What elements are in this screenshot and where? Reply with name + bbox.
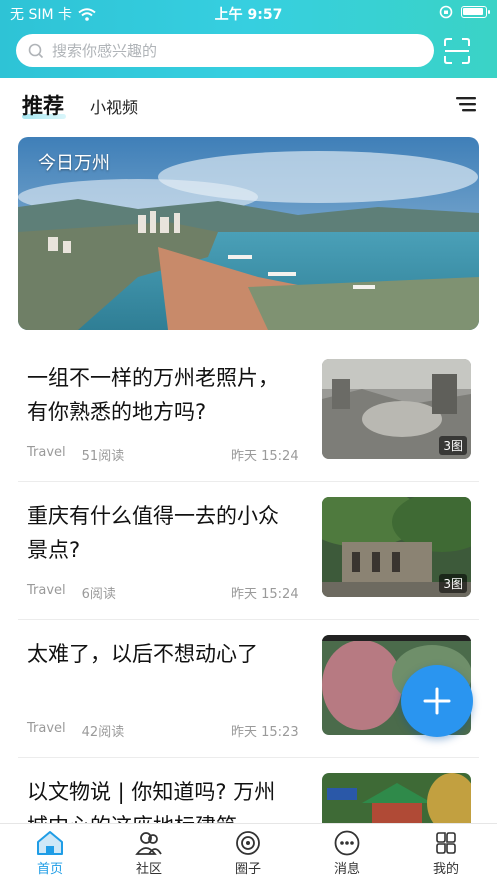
nav-label: 社区: [135, 862, 162, 877]
tab-short-video[interactable]: 小视频: [90, 94, 138, 118]
feed-time: 昨天 15:24: [231, 449, 299, 464]
profile-icon: [436, 832, 456, 854]
feed-item[interactable]: 一组不一样的万州老照片，有你熟悉的地方吗? Travel 51阅读 昨天 15:…: [0, 359, 497, 499]
rotation-lock-icon: [439, 5, 453, 19]
image-count-badge: 3图: [439, 436, 467, 455]
feed-reads: 6阅读: [81, 587, 116, 602]
circle-icon: [236, 831, 260, 855]
bottom-nav: 首页 社区 圈子 消息 我的: [0, 823, 497, 883]
nav-profile[interactable]: 我的: [416, 830, 476, 882]
banner-image[interactable]: 今日万州: [18, 137, 479, 330]
search-icon: [28, 43, 44, 58]
nav-community[interactable]: 社区: [119, 830, 179, 882]
community-icon: [135, 832, 162, 855]
home-icon: [37, 831, 63, 855]
feed-thumbnail[interactable]: 3图: [322, 497, 471, 597]
feed-time: 昨天 15:23: [231, 725, 299, 740]
create-post-button[interactable]: [401, 665, 473, 737]
search-placeholder: 搜索你感兴趣的: [52, 42, 158, 60]
tab-recommend[interactable]: 推荐: [22, 90, 64, 120]
feed-category: Travel: [27, 721, 66, 736]
feed-item[interactable]: 重庆有什么值得一去的小众景点? Travel 6阅读 昨天 15:24 3图: [0, 497, 497, 637]
message-icon: [334, 830, 360, 856]
nav-circle[interactable]: 圈子: [218, 830, 278, 882]
nav-label: 首页: [36, 862, 63, 877]
nav-home[interactable]: 首页: [20, 830, 80, 882]
feed-reads: 42阅读: [81, 725, 125, 740]
nav-label: 我的: [432, 862, 459, 877]
tab-bar: 推荐 小视频: [0, 78, 497, 130]
nav-messages[interactable]: 消息: [317, 830, 377, 882]
search-input[interactable]: 搜索你感兴趣的: [16, 34, 434, 67]
divider: [18, 481, 479, 482]
nav-label: 圈子: [234, 862, 261, 877]
plus-icon: [423, 687, 451, 715]
battery-icon: [461, 6, 490, 18]
feed-time: 昨天 15:24: [231, 587, 299, 602]
feed-thumbnail[interactable]: 3图: [322, 359, 471, 459]
banner-title: 今日万州: [38, 153, 110, 174]
feed-title[interactable]: 一组不一样的万州老照片，有你熟悉的地方吗?: [27, 361, 297, 429]
feed-category: Travel: [27, 583, 66, 598]
status-bar: 无 SIM 卡 上午 9:57: [0, 0, 497, 26]
feed-reads: 51阅读: [81, 449, 125, 464]
scan-icon[interactable]: [444, 38, 470, 64]
feed-title[interactable]: 太难了，以后不想动心了: [27, 637, 297, 671]
divider: [18, 757, 479, 758]
feed-title[interactable]: 重庆有什么值得一去的小众景点?: [27, 499, 297, 567]
status-time: 上午 9:57: [214, 7, 283, 23]
menu-icon[interactable]: [456, 96, 476, 112]
nav-label: 消息: [333, 862, 360, 877]
image-count-badge: 3图: [439, 574, 467, 593]
divider: [18, 619, 479, 620]
feed-category: Travel: [27, 445, 66, 460]
